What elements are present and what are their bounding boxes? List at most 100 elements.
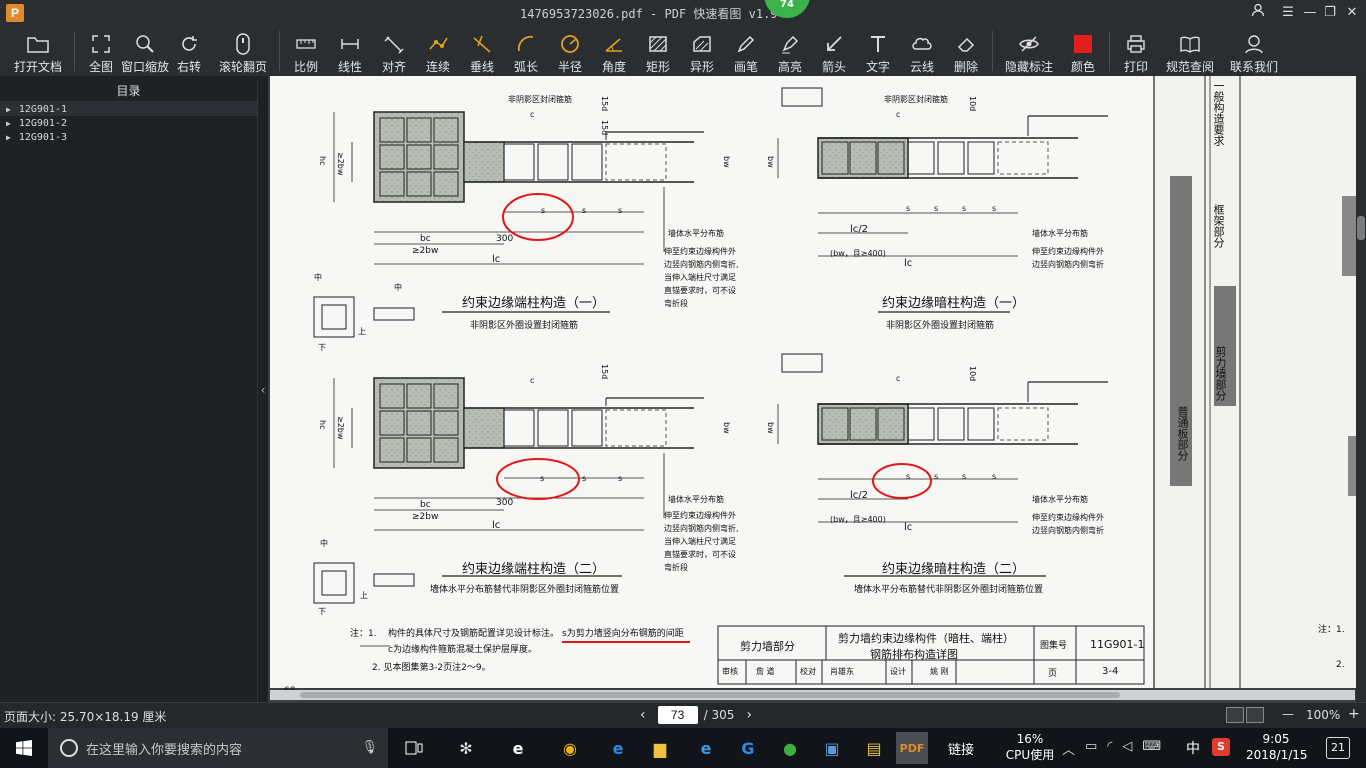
expand-arrow-icon[interactable]: ▶ — [6, 133, 11, 142]
double-page-view-icon[interactable] — [1246, 707, 1264, 723]
dimension-label: s — [992, 472, 997, 481]
restore-button[interactable]: ❐ — [1320, 3, 1340, 23]
app-logo: P — [6, 4, 24, 22]
toolbar-rotate-right-button[interactable]: 右转 — [170, 26, 208, 76]
input-method-indicator[interactable]: 中 — [1186, 738, 1200, 758]
toolbar-arc-length-button[interactable]: 弧长 — [507, 26, 545, 76]
titleblock-cell: 肖雄东 — [830, 667, 854, 676]
dimension-label: lc/2 — [850, 224, 869, 235]
toolbar-text-button[interactable]: 文字 — [859, 26, 897, 76]
toc-header: 目录 — [0, 80, 257, 102]
figure-title: 约束边缘暗柱构造（一） — [882, 296, 1026, 311]
toolbar: 打开文档 全图 窗口缩放 右转 滚轮翻页 比例 线性 对齐 连续 垂线 弧长 半径 角度 矩形 异形 画笔 高亮… — [0, 26, 1366, 76]
menu-icon[interactable]: ☰ — [1278, 3, 1298, 23]
internet-explorer-icon[interactable]: e — [690, 732, 722, 764]
zoom-level[interactable]: 100% — [1306, 708, 1340, 722]
toolbar-hide-annotation-button[interactable]: 隐藏标注 — [1000, 26, 1058, 76]
toolbar-angle-button[interactable]: 角度 — [595, 26, 633, 76]
total-pages: / 305 — [703, 708, 735, 722]
dimension-label: 15d — [600, 120, 609, 136]
dimension-label: s — [906, 472, 911, 481]
file-explorer-icon[interactable]: ▆ — [644, 732, 676, 764]
toolbar-scale-button[interactable]: 比例 — [287, 26, 325, 76]
toolbar-label: 云线 — [909, 60, 934, 74]
toolbar-separator — [279, 31, 280, 71]
side-tab-text: 剪力墙部分 — [1214, 346, 1227, 401]
vertical-scrollbar[interactable] — [1356, 76, 1366, 702]
edge-icon[interactable]: e — [602, 732, 634, 764]
volume-icon[interactable]: ◁ — [1122, 739, 1132, 758]
toolbar-rectangle-area-button[interactable]: 矩形 — [639, 26, 677, 76]
toolbar-contact-button[interactable]: 联系我们 — [1225, 26, 1283, 76]
user-icon[interactable] — [1248, 3, 1268, 23]
pdf-viewer-taskbar-icon[interactable]: PDF — [896, 732, 928, 764]
dimension-label: lc — [492, 254, 501, 265]
doc-text: 下 — [318, 607, 326, 616]
dimension-label: 300 — [496, 234, 514, 244]
toolbar-fit-all-button[interactable]: 全图 — [82, 26, 120, 76]
toolbar-cloud-button[interactable]: 云线 — [903, 26, 941, 76]
prev-page-button[interactable]: ‹ — [640, 707, 646, 723]
close-button[interactable]: ✕ — [1342, 3, 1362, 23]
zoom-out-button[interactable]: — — [1282, 707, 1294, 721]
toolbar-pen-button[interactable]: 画笔 — [727, 26, 765, 76]
keyboard-icon[interactable]: ⌨ — [1142, 739, 1161, 758]
toolbar-label: 颜色 — [1070, 60, 1095, 74]
expand-arrow-icon[interactable]: ▶ — [6, 105, 11, 114]
notes-app-icon[interactable]: ▤ — [858, 732, 890, 764]
ie-legacy-icon[interactable]: e — [502, 732, 534, 764]
system-clock[interactable]: 9:05 2018/1/15 — [1246, 731, 1308, 763]
toc-item-label: 12G901-1 — [18, 103, 67, 115]
toolbar-continuous-dimension-button[interactable]: 连续 — [419, 26, 457, 76]
linear-dimension-icon — [338, 32, 362, 56]
taskbar-search[interactable]: 在这里输入你要搜索的内容 🎙 — [48, 728, 388, 768]
horizontal-scroll-thumb[interactable] — [300, 692, 1120, 698]
next-page-button[interactable]: › — [746, 707, 752, 723]
document-view[interactable]: 约束边缘端柱构造（一） 约束边缘暗柱构造（一） 约束边缘端柱构造（二） 约束边缘暗柱构… — [268, 76, 1366, 702]
page-number-input[interactable] — [657, 706, 698, 724]
toolbar-print-button[interactable]: 打印 — [1117, 26, 1155, 76]
battery-icon[interactable]: ▭ — [1085, 739, 1097, 758]
vertical-scroll-thumb[interactable] — [1357, 216, 1365, 240]
show-hidden-icons-icon[interactable]: ︿ — [1062, 739, 1075, 758]
toolbar-book-button[interactable]: 规范查阅 — [1161, 26, 1219, 76]
toolbar-color-button[interactable]: 颜色 — [1064, 26, 1102, 76]
figure-title: 约束边缘暗柱构造（二） — [882, 562, 1026, 577]
sogou-icon[interactable]: S — [1212, 738, 1230, 756]
toolbar-polygon-area-button[interactable]: 异形 — [683, 26, 721, 76]
wifi-icon[interactable]: ◜ — [1107, 739, 1112, 758]
toolbar-aligned-dimension-button[interactable]: 对齐 — [375, 26, 413, 76]
minimize-button[interactable]: — — [1300, 3, 1320, 23]
expand-arrow-icon[interactable]: ▶ — [6, 119, 11, 128]
action-center-button[interactable]: 21 — [1326, 737, 1350, 759]
g-app-icon[interactable]: G — [732, 732, 764, 764]
microphone-icon[interactable]: 🎙 — [361, 740, 378, 755]
toolbar-linear-dimension-button[interactable]: 线性 — [331, 26, 369, 76]
toc-item-1[interactable]: ▶ 12G901-1 — [0, 102, 257, 116]
toolbar-highlighter-button[interactable]: 高亮 — [771, 26, 809, 76]
zoom-in-button[interactable]: + — [1348, 706, 1360, 722]
toolbar-zoom-button[interactable]: 窗口缩放 — [121, 26, 169, 76]
tray-link-label[interactable]: 链接 — [948, 739, 974, 758]
single-page-view-icon[interactable] — [1226, 707, 1244, 723]
start-button[interactable] — [0, 728, 48, 768]
fan-app-icon[interactable]: ✻ — [450, 732, 482, 764]
toolbar-folder-button[interactable]: 打开文档 — [9, 26, 67, 76]
side-tab-text: 普通板部分 — [1176, 406, 1189, 461]
calendar-app-icon[interactable]: ▣ — [816, 732, 848, 764]
toc-item-2[interactable]: ▶ 12G901-2 — [0, 116, 257, 130]
browser-app-icon[interactable]: ◉ — [554, 732, 586, 764]
toolbar-eraser-button[interactable]: 删除 — [947, 26, 985, 76]
toc-item-3[interactable]: ▶ 12G901-3 — [0, 130, 257, 144]
toolbar-radius-button[interactable]: 半径 — [551, 26, 589, 76]
toolbar-arrow-button[interactable]: 箭头 — [815, 26, 853, 76]
green-app-icon[interactable]: ● — [774, 732, 806, 764]
toolbar-mouse-wheel-button[interactable]: 滚轮翻页 — [214, 26, 272, 76]
toolbar-label: 画笔 — [733, 60, 758, 74]
horizontal-scrollbar[interactable] — [270, 690, 1355, 700]
toolbar-perpendicular-button[interactable]: 垂线 — [463, 26, 501, 76]
task-view-icon[interactable] — [398, 732, 430, 764]
collapse-sidebar-button[interactable]: ‹ — [258, 378, 268, 402]
doc-text: 中 — [394, 283, 402, 292]
toolbar-label: 打开文档 — [13, 60, 62, 74]
